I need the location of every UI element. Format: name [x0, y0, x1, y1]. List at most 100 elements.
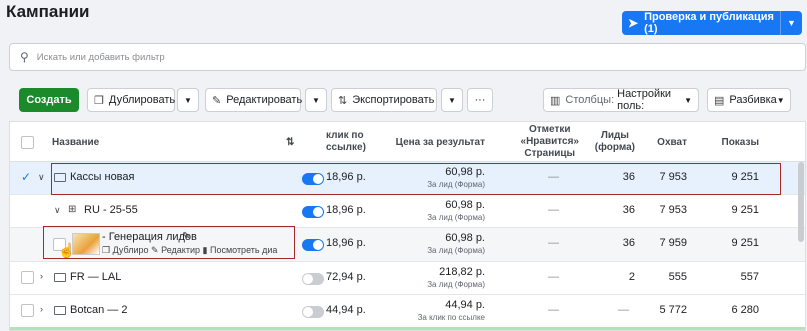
header-cpc-line2: ссылке) [326, 142, 366, 153]
header-likes-line2: «Нравится» [520, 136, 579, 147]
duplicate-label: Дублировать [108, 94, 176, 106]
pencil-icon[interactable]: ✎ [182, 231, 190, 242]
header-likes[interactable]: Отметки «Нравится» Страницы [521, 124, 579, 160]
chevron-down-icon[interactable]: ∨ [54, 205, 61, 216]
campaign-name[interactable]: Botcan — 2 [70, 304, 127, 316]
chevron-down-icon: ▼ [448, 95, 456, 105]
create-button[interactable]: Создать [19, 88, 79, 112]
status-toggle[interactable] [302, 306, 324, 318]
edit-dropdown[interactable]: ▼ [305, 88, 327, 112]
chevron-down-icon[interactable]: ∨ [38, 172, 45, 183]
publish-group: ➤ Проверка и публикация (1) ▼ [622, 11, 802, 35]
edit-button[interactable]: ✎ Редактировать [205, 88, 303, 112]
table-row[interactable]: ∨ ⊞ RU - 25-55 18,96 р. 60,98 р. За лид … [10, 195, 805, 228]
more-button[interactable]: ··· [467, 88, 493, 112]
header-name[interactable]: Название [52, 137, 99, 149]
export-dropdown[interactable]: ▼ [441, 88, 463, 112]
rocket-icon: ➤ [628, 16, 639, 30]
export-button[interactable]: ⇅ Экспортировать [331, 88, 437, 112]
search-input[interactable]: ⚲ Искать или добавить фильтр [9, 43, 806, 71]
chevron-down-icon: ▼ [184, 95, 192, 105]
likes-value: — [548, 171, 559, 183]
header-cpc[interactable]: клик по ссылке) [326, 130, 366, 154]
table-row[interactable]: › Botcan — 2 44,94 р. 44,94 р. За клик п… [10, 295, 805, 328]
edit-label: Редактировать [226, 94, 303, 106]
more-icon: ··· [474, 94, 486, 106]
publish-dropdown-button[interactable]: ▼ [780, 11, 802, 35]
cpc-value: 44,94 р. [326, 304, 366, 316]
duplicate-dropdown[interactable]: ▼ [177, 88, 199, 112]
row-action-view[interactable]: Посмотреть диа [210, 245, 277, 255]
status-toggle[interactable] [302, 273, 324, 285]
breakdown-icon: ▤ [714, 94, 725, 107]
columns-value: Настройки поль: [617, 88, 672, 112]
row-action-duplicate[interactable]: Дублиро [113, 245, 149, 255]
cpr-sub: За лид (Форма) [427, 213, 485, 222]
vertical-scrollbar[interactable] [798, 162, 804, 242]
header-impressions[interactable]: Показы [722, 137, 760, 149]
publish-button[interactable]: ➤ Проверка и публикация (1) [622, 11, 780, 35]
table-row[interactable]: › FR — LAL 72,94 р. 218,82 р. За лид (Фо… [10, 262, 805, 295]
likes-value: — [548, 304, 559, 316]
leads-value: 36 [622, 237, 635, 249]
duplicate-icon: ❐ [94, 94, 104, 107]
adset-icon: ⊞ [68, 204, 77, 215]
impressions-value: 557 [740, 271, 759, 283]
row-checkbox[interactable] [21, 304, 34, 317]
columns-prefix: Столбцы: [565, 94, 615, 106]
header-likes-line1: Отметки [528, 124, 571, 135]
sort-icon[interactable]: ⇅ [286, 137, 294, 149]
folder-icon [54, 173, 66, 182]
search-icon: ⚲ [20, 50, 29, 64]
header-reach[interactable]: Охват [657, 137, 687, 149]
cpr-value: 218,82 р. [439, 266, 485, 278]
leads-value: 36 [622, 204, 635, 216]
adset-name[interactable]: RU - 25-55 [84, 204, 138, 216]
impressions-value: 6 280 [731, 304, 759, 316]
status-toggle[interactable] [302, 173, 324, 185]
campaigns-table: Название ⇅ клик по ссылке) Цена за резул… [9, 121, 806, 331]
campaign-name[interactable]: Кассы новая [70, 171, 134, 183]
header-cpr[interactable]: Цена за результат [396, 137, 485, 149]
header-leads[interactable]: Лиды (форма) [595, 130, 635, 154]
leads-value: — [618, 304, 629, 316]
columns-icon: ▥ [550, 94, 561, 107]
ad-thumbnail [72, 233, 100, 255]
columns-button[interactable]: ▥ Столбцы: Настройки поль: ▼ [543, 88, 699, 112]
page-title: Кампании [6, 2, 90, 21]
pencil-icon: ✎ [212, 94, 222, 107]
select-all-checkbox[interactable] [21, 136, 34, 149]
table-row[interactable]: ☝ - Генерация лидов ✎ ❐ Дублиро ✎ Редакт… [10, 228, 805, 262]
row-checkbox-checked[interactable]: ✓ [21, 171, 34, 184]
publish-label: Проверка и публикация (1) [644, 11, 774, 35]
export-icon: ⇅ [338, 94, 348, 107]
table-row[interactable]: ✓ ∨ Кассы новая 18,96 р. 60,98 р. За лид… [10, 162, 805, 195]
pencil-icon: ✎ [151, 245, 159, 255]
reach-value: 5 772 [659, 304, 687, 316]
chevron-down-icon: ▼ [787, 18, 796, 28]
export-label: Экспортировать [352, 94, 435, 106]
header-leads-line1: Лиды [600, 130, 629, 141]
chevron-down-icon: ▼ [776, 95, 785, 105]
impressions-value: 9 251 [731, 171, 759, 183]
likes-value: — [548, 204, 559, 216]
status-toggle[interactable] [302, 239, 324, 251]
status-toggle[interactable] [302, 206, 324, 218]
chevron-right-icon[interactable]: › [40, 271, 43, 281]
header-cpc-line1: клик по [326, 130, 364, 141]
impressions-value: 9 251 [731, 204, 759, 216]
likes-value: — [548, 271, 559, 283]
impressions-value: 9 251 [731, 237, 759, 249]
chevron-right-icon[interactable]: › [40, 304, 43, 314]
footer-strip [10, 327, 805, 330]
duplicate-button[interactable]: ❐ Дублировать [87, 88, 175, 112]
chevron-down-icon: ▼ [312, 95, 320, 105]
row-checkbox[interactable] [21, 271, 34, 284]
campaign-name[interactable]: FR — LAL [70, 271, 121, 283]
breakdown-button[interactable]: ▤ Разбивка ▼ [707, 88, 791, 112]
row-action-edit[interactable]: Редактир [161, 245, 200, 255]
reach-value: 7 953 [659, 171, 687, 183]
cpr-sub: За клик по ссылке [417, 313, 485, 322]
chart-icon: ▮ [202, 245, 208, 255]
cpr-value: 60,98 р. [445, 166, 485, 178]
